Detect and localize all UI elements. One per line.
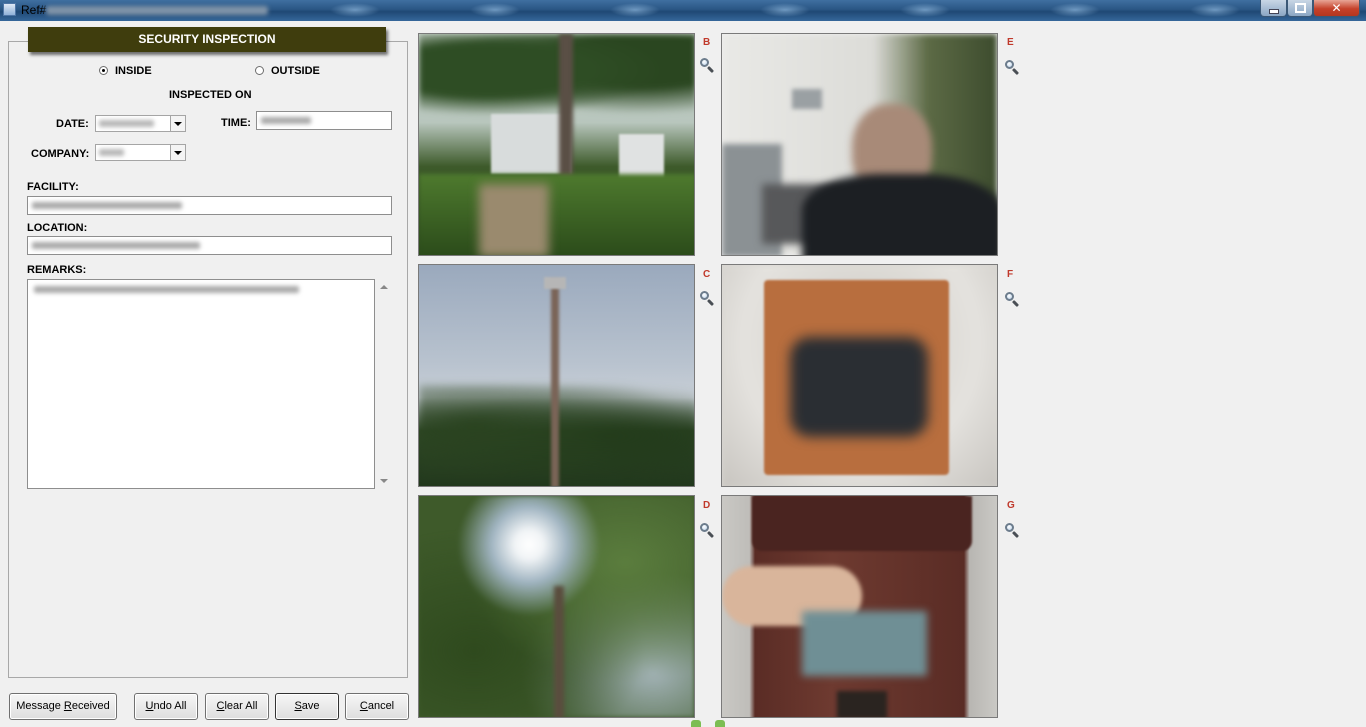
magnifier-handle — [706, 65, 715, 74]
company-select[interactable] — [95, 144, 186, 161]
remarks-scrollbar[interactable] — [377, 279, 391, 489]
save-button[interactable]: Save — [275, 693, 339, 720]
time-field[interactable] — [256, 111, 392, 130]
photo-label-c: C — [703, 269, 711, 280]
clear-all-button[interactable]: Clear All — [205, 693, 269, 720]
save-text: ave — [301, 700, 320, 712]
undo-all-text: ndo All — [153, 700, 187, 712]
facility-label: FACILITY: — [27, 181, 79, 193]
facility-value-redacted — [32, 202, 182, 209]
message-received-text-b: eceived — [71, 700, 110, 712]
restore-button[interactable] — [1287, 0, 1313, 17]
photo-d[interactable] — [418, 495, 695, 718]
title-bar: Ref# ✕ — [0, 0, 1366, 21]
magnifier-icon[interactable] — [699, 57, 715, 74]
window-title: Ref# — [21, 3, 47, 17]
magnifier-handle — [1011, 530, 1020, 539]
message-received-accelerator: R — [63, 700, 72, 712]
remarks-textarea[interactable] — [27, 279, 375, 489]
photo-label-b: B — [703, 37, 711, 48]
section-header: SECURITY INSPECTION — [28, 27, 386, 52]
magnifier-handle — [1011, 67, 1020, 76]
message-received-text-a: Message — [16, 700, 64, 712]
maximize-icon — [1294, 3, 1306, 13]
titlebar-glow — [1050, 3, 1100, 17]
remarks-label: REMARKS: — [27, 264, 87, 276]
scroll-up-icon[interactable] — [380, 285, 388, 289]
magnifier-icon[interactable] — [699, 522, 715, 539]
message-received-button[interactable]: Message Received — [9, 693, 117, 720]
location-field[interactable] — [27, 236, 392, 255]
date-value-redacted — [99, 120, 154, 127]
titlebar-glow — [900, 3, 950, 17]
date-label: DATE: — [56, 118, 89, 130]
time-label: TIME: — [221, 117, 251, 129]
magnifier-icon[interactable] — [699, 290, 715, 307]
inspected-on-heading: INSPECTED ON — [169, 89, 252, 101]
close-icon: ✕ — [1331, 1, 1342, 15]
time-value-redacted — [261, 117, 311, 124]
save-accelerator: S — [294, 700, 302, 712]
location-label: LOCATION: — [27, 222, 88, 234]
photo-b[interactable] — [418, 33, 695, 256]
photo-label-d: D — [703, 500, 711, 511]
titlebar-glow — [610, 3, 660, 17]
clear-all-text: lear All — [224, 700, 258, 712]
facility-field[interactable] — [27, 196, 392, 215]
titlebar-glow — [1190, 3, 1240, 17]
outside-radio-label[interactable]: OUTSIDE — [271, 65, 320, 77]
magnifier-handle — [706, 298, 715, 307]
magnifier-icon[interactable] — [1004, 59, 1020, 76]
chevron-down-icon[interactable] — [170, 145, 185, 160]
minimize-button[interactable] — [1260, 0, 1287, 17]
remarks-value-redacted — [34, 286, 299, 293]
undo-all-button[interactable]: Undo All — [134, 693, 198, 720]
chevron-down-icon[interactable] — [170, 116, 185, 131]
photo-e[interactable] — [721, 33, 998, 256]
photo-g[interactable] — [721, 495, 998, 718]
cancel-accelerator: C — [359, 700, 368, 712]
titlebar-glow — [330, 3, 380, 17]
window-title-redacted — [46, 6, 268, 15]
photo-label-e: E — [1007, 37, 1014, 48]
outside-radio[interactable] — [255, 66, 264, 75]
page-next-button[interactable] — [715, 720, 725, 727]
company-label: COMPANY: — [31, 148, 90, 160]
photo-f[interactable] — [721, 264, 998, 487]
titlebar-glow — [470, 3, 520, 17]
date-picker[interactable] — [95, 115, 186, 132]
photo-label-f: F — [1007, 269, 1014, 280]
location-value-redacted — [32, 242, 200, 249]
company-value-redacted — [99, 149, 124, 156]
minimize-icon — [1268, 9, 1279, 14]
magnifier-handle — [1011, 299, 1020, 308]
photo-label-g: G — [1007, 500, 1015, 511]
page-prev-button[interactable] — [691, 720, 701, 727]
photo-c[interactable] — [418, 264, 695, 487]
titlebar-glow — [760, 3, 810, 17]
inside-radio[interactable] — [99, 66, 108, 75]
cancel-button[interactable]: Cancel — [345, 693, 409, 720]
cancel-text: ancel — [367, 700, 395, 712]
magnifier-icon[interactable] — [1004, 522, 1020, 539]
inside-radio-label[interactable]: INSIDE — [115, 65, 152, 77]
app-icon — [3, 3, 16, 16]
magnifier-handle — [706, 530, 715, 539]
scroll-down-icon[interactable] — [380, 479, 388, 483]
magnifier-icon[interactable] — [1004, 291, 1020, 308]
close-button[interactable]: ✕ — [1313, 0, 1360, 17]
